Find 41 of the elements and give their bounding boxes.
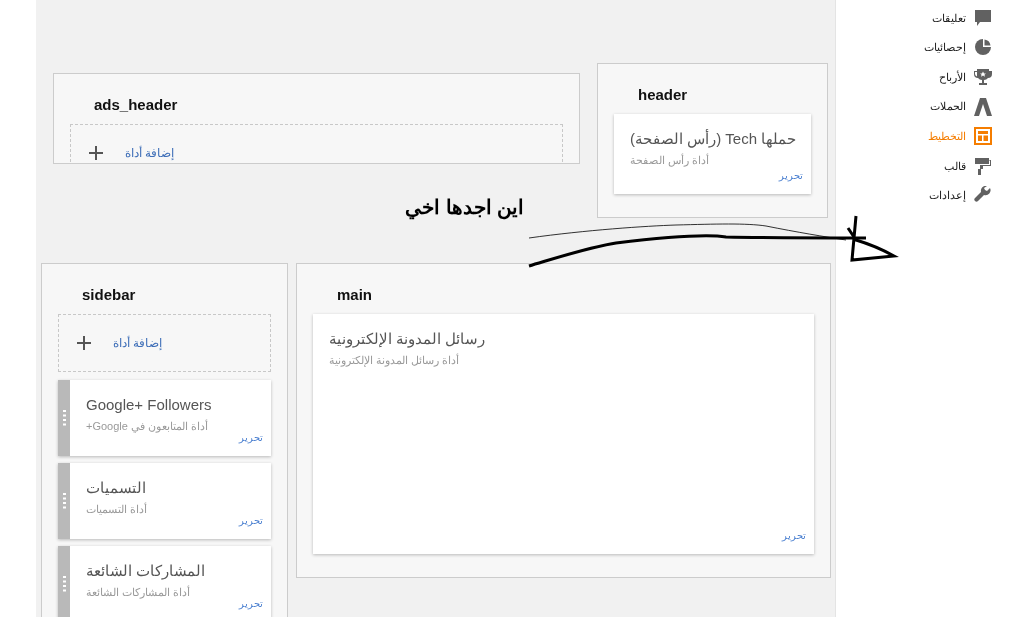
section-title: main: [336, 285, 373, 305]
add-widget-area[interactable]: إضافة أداة: [70, 124, 563, 163]
add-widget-area[interactable]: إضافة أداة: [58, 314, 271, 372]
trophy-icon: [974, 68, 992, 86]
plus-icon: [77, 336, 91, 350]
widget-description: أداة المتابعون في Google+: [86, 420, 209, 434]
plus-icon: [89, 146, 103, 160]
nav-link-item[interactable]: الأرباح: [939, 68, 966, 86]
edit-link[interactable]: تحرير: [782, 530, 806, 542]
drag-handle[interactable]: [58, 546, 70, 617]
nav-link-item[interactable]: التخطيط: [928, 127, 966, 145]
annotation-text: اين اجدها اخي: [405, 195, 525, 222]
widget-description: أداة التسميات: [86, 503, 148, 517]
edit-link[interactable]: تحرير: [239, 598, 263, 610]
widget-title: رسائل المدونة الإلكترونية: [329, 330, 486, 349]
widget-description: أداة رأس الصفحة: [630, 154, 710, 168]
nav-link-item[interactable]: تعليقات: [932, 9, 966, 27]
section-title: sidebar: [81, 285, 137, 305]
layout-icon: [974, 127, 992, 146]
section-title: ads_header: [93, 95, 179, 115]
section-title: header: [637, 85, 689, 105]
widget-title: حملها Tech (رأس الصفحة): [630, 130, 797, 149]
pie-chart-icon: [974, 38, 992, 57]
letter-a-shape-icon: [974, 97, 992, 116]
edit-link[interactable]: تحرير: [239, 432, 263, 444]
nav-link-item[interactable]: إعدادات: [929, 187, 966, 204]
edit-link[interactable]: تحرير: [779, 170, 803, 182]
edit-link[interactable]: تحرير: [239, 515, 263, 527]
widget-title: المشاركات الشائعة: [86, 562, 206, 581]
wrench-icon: [974, 186, 992, 205]
widget-title: Google+ Followers: [86, 396, 212, 415]
nav-link-item[interactable]: الحملات: [930, 98, 966, 115]
comment-icon: [974, 8, 992, 27]
drag-handle[interactable]: [58, 463, 70, 539]
widget-description: أداة المشاركات الشائعة: [86, 586, 191, 600]
nav-link-item[interactable]: قالب: [944, 157, 966, 174]
widget-description: أداة رسائل المدونة الإلكترونية: [329, 354, 460, 368]
drag-handle[interactable]: [58, 380, 70, 456]
widget-title: التسميات: [86, 479, 146, 498]
nav-link-item[interactable]: إحصائيات: [924, 39, 966, 56]
paint-roller-icon: [974, 156, 992, 175]
